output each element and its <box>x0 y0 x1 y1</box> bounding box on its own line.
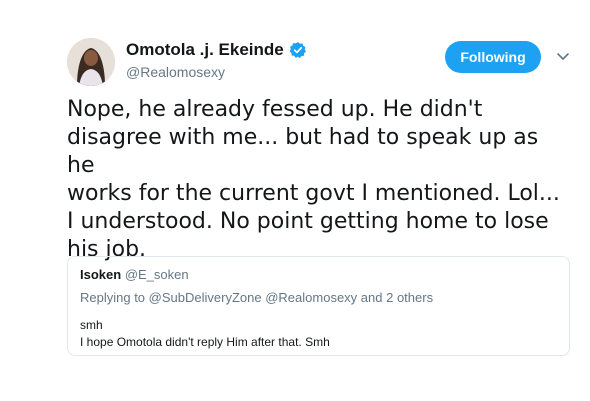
replying-to-link-2[interactable]: @Realomosexy <box>265 290 357 305</box>
verified-badge-icon <box>289 42 306 59</box>
replying-to-others-link[interactable]: and 2 others <box>361 290 433 305</box>
quoted-tweet-header: Isoken @E_soken <box>80 267 189 282</box>
author-avatar[interactable] <box>67 38 115 86</box>
quoted-tweet-text: smh I hope Omotola didn't reply Him afte… <box>80 318 330 349</box>
quoted-author-name: Isoken <box>80 267 122 282</box>
quoted-tweet[interactable]: Isoken @E_soken Replying to @SubDelivery… <box>67 256 570 356</box>
author-name-text: Omotola .j. Ekeinde <box>126 40 284 59</box>
author-handle[interactable]: @Realomosexy <box>126 64 225 80</box>
quoted-author-handle: @E_soken <box>124 267 189 282</box>
author-name[interactable]: Omotola .j. Ekeinde <box>126 40 307 60</box>
chevron-down-icon[interactable] <box>556 52 570 62</box>
replying-to-link-1[interactable]: @SubDeliveryZone <box>149 290 262 305</box>
replying-to-line: Replying to @SubDeliveryZone @Realomosex… <box>80 290 433 305</box>
avatar-image <box>67 38 115 86</box>
tweet-text: Nope, he already fessed up. He didn't di… <box>67 97 560 262</box>
following-button[interactable]: Following <box>445 41 541 73</box>
replying-prefix: Replying to <box>80 290 146 305</box>
